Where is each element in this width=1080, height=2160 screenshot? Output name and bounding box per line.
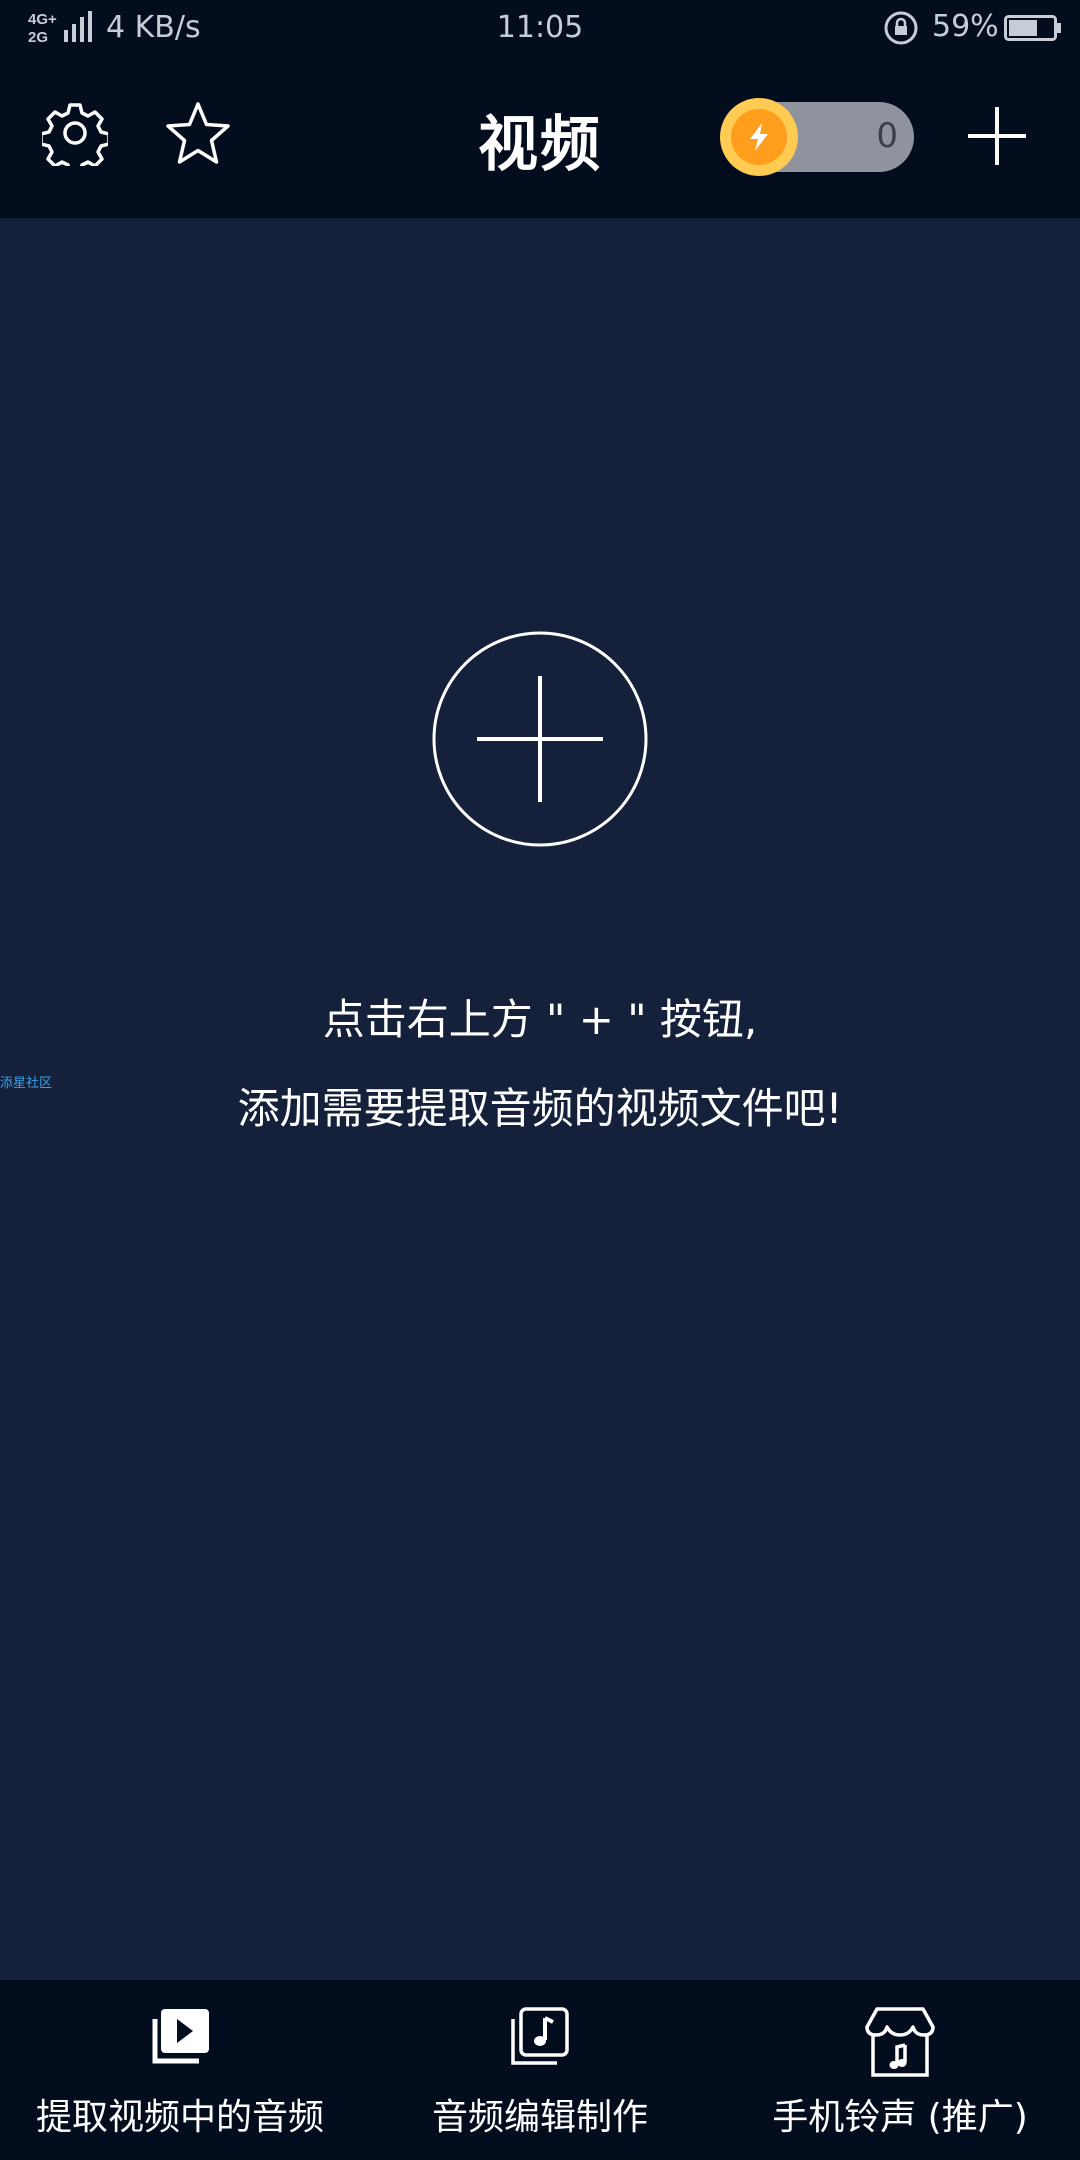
empty-state: 点击右上方 " + " 按钮, 添加需要提取音频的视频文件吧! 添星社区	[0, 218, 1080, 1980]
music-file-icon	[511, 2007, 569, 2065]
points-count: 0	[876, 116, 898, 156]
nav-ringtones-label: 手机铃声 (推广)	[772, 2097, 1028, 2138]
add-video-button[interactable]	[962, 96, 1032, 176]
lightning-icon	[750, 123, 768, 151]
empty-hint-line-2: 添加需要提取音频的视频文件吧!	[237, 1084, 843, 1133]
rotation-lock-icon	[884, 11, 918, 45]
battery-icon	[1004, 15, 1061, 41]
coin-badge	[720, 98, 798, 176]
empty-hint-line-1: 点击右上方 " + " 按钮,	[322, 995, 758, 1044]
video-play-icon	[152, 2009, 209, 2064]
status-bar: 4G+ 2G 4 KB/s 11:05 59%	[0, 0, 1080, 58]
app-screen: 4G+ 2G 4 KB/s 11:05 59% 视频 0 点击右上方 " + "…	[0, 0, 1080, 2160]
battery-percent: 59%	[932, 9, 999, 44]
page-title: 视频	[478, 110, 602, 180]
watermark: 添星社区	[0, 1076, 53, 1091]
nav-ringtones[interactable]: 手机铃声 (推广)	[720, 1980, 1080, 2160]
nav-extract-audio[interactable]: 提取视频中的音频	[0, 1980, 360, 2160]
top-app-bar: 视频 0	[0, 58, 1080, 218]
circle-plus-icon	[432, 631, 648, 847]
nav-audio-edit[interactable]: 音频编辑制作	[360, 1980, 720, 2160]
nav-audio-edit-label: 音频编辑制作	[431, 2097, 648, 2138]
plus-icon	[968, 107, 1026, 165]
points-toggle[interactable]: 0	[720, 98, 914, 176]
bottom-nav: 提取视频中的音频 音频编辑制作 手机铃声 (推广)	[0, 1980, 1080, 2160]
nav-extract-audio-label: 提取视频中的音频	[35, 2097, 324, 2138]
music-store-icon	[865, 2007, 935, 2077]
add-video-circle-button[interactable]	[432, 631, 648, 847]
